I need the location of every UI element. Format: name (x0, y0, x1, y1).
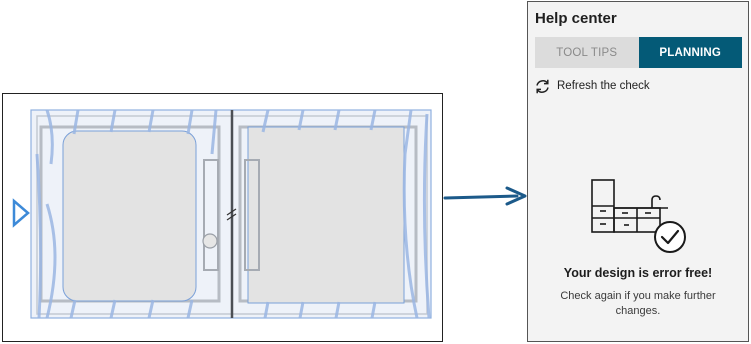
left-door-panel[interactable] (62, 130, 197, 302)
status-title: Your design is error free! (563, 266, 713, 280)
refresh-icon (536, 79, 549, 93)
kitchen-cabinet-check-icon (591, 179, 686, 253)
door-knob (202, 233, 218, 249)
arrow-right-icon (443, 186, 527, 206)
right-door-panel[interactable] (247, 126, 405, 304)
panel-title: Help center (535, 10, 617, 27)
cabinet-drawing[interactable] (3, 94, 444, 343)
help-center-panel: Help center TOOL TIPS PLANNING Refresh t… (527, 1, 749, 342)
tab-bar: TOOL TIPS PLANNING (535, 37, 742, 68)
tab-planning[interactable]: PLANNING (638, 37, 742, 68)
triangle-right-icon[interactable] (12, 198, 30, 228)
refresh-label: Refresh the check (557, 80, 650, 92)
design-canvas[interactable] (2, 93, 443, 342)
status-description: Check again if you make further changes. (560, 290, 716, 317)
refresh-check-button[interactable]: Refresh the check (534, 76, 650, 96)
tab-tool-tips[interactable]: TOOL TIPS (535, 37, 639, 68)
